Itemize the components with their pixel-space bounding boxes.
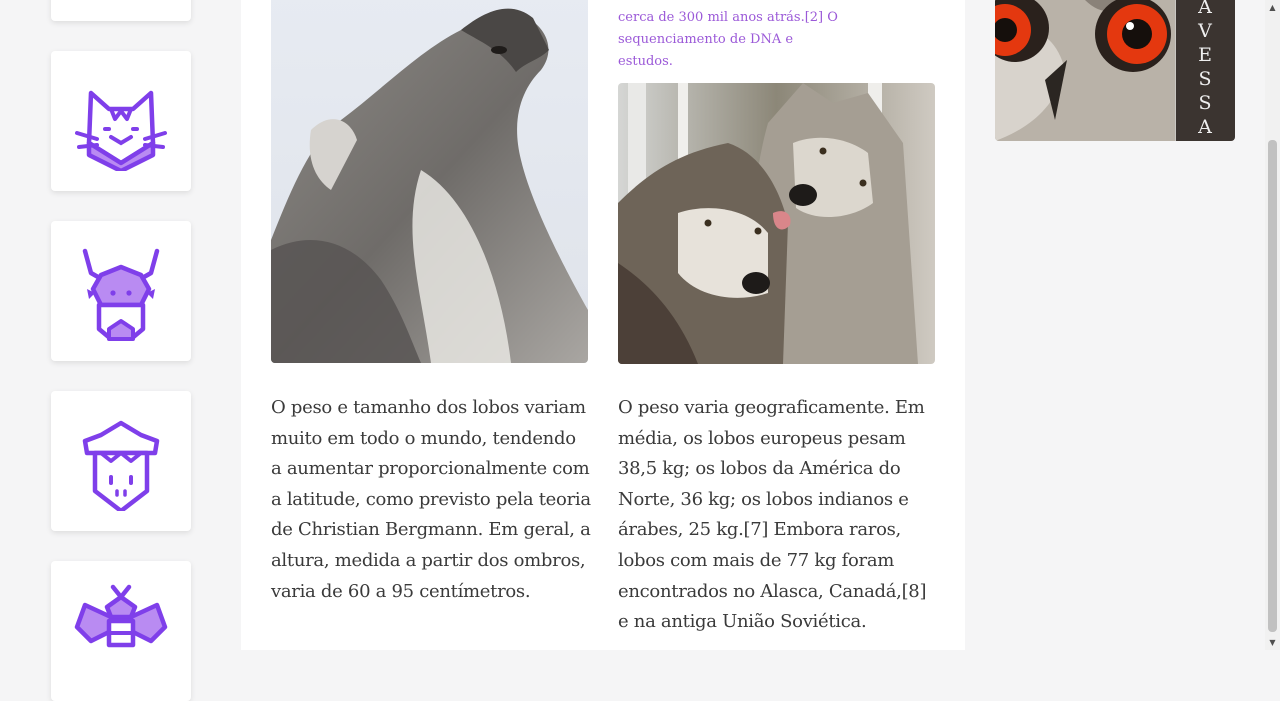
sidebar-card-sheep[interactable]	[51, 391, 191, 531]
owl-letter-4: S	[1198, 68, 1211, 90]
bull-icon	[82, 248, 160, 341]
scrollbar-thumb[interactable]	[1268, 140, 1277, 632]
paragraph-right: O peso varia geograficamente. Em média, …	[618, 397, 927, 633]
two-wolves-image	[618, 83, 935, 364]
sidebar-card-bull[interactable]	[51, 221, 191, 361]
chevron-icon	[71, 0, 171, 1]
vertical-scrollbar[interactable]: ▲ ▼	[1265, 0, 1280, 650]
cat-icon	[75, 90, 167, 171]
owl-letter-3: E	[1198, 44, 1212, 66]
owl-ad-banner[interactable]: A V E S S A	[995, 0, 1235, 141]
howling-wolf-image	[271, 0, 588, 363]
owl-letter-2: V	[1197, 20, 1212, 42]
sidebar-card-bee[interactable]	[51, 561, 191, 701]
photo-howling-wolf	[271, 0, 588, 363]
paragraph-left: O peso e tamanho dos lobos variam muito …	[271, 397, 591, 602]
owl-letter-1: A	[1197, 0, 1212, 18]
sheep-icon	[82, 420, 160, 511]
owl-letter-5: S	[1198, 92, 1211, 114]
scroll-up-icon[interactable]: ▲	[1265, 0, 1280, 15]
photo-two-wolves	[618, 83, 935, 364]
owl-letter-6: A	[1197, 116, 1212, 138]
article: cerca de 300 mil anos atrás.[2] O sequen…	[241, 0, 965, 650]
sidebar-card-chevron[interactable]	[51, 0, 191, 21]
owl-image: A V E S S A	[995, 0, 1235, 141]
scroll-down-icon[interactable]: ▼	[1265, 635, 1280, 650]
sidebar-card-cat[interactable]	[51, 51, 191, 191]
caption-top: cerca de 300 mil anos atrás.[2] O sequen…	[618, 10, 838, 69]
sidebar	[0, 0, 240, 701]
bee-icon	[74, 584, 168, 648]
